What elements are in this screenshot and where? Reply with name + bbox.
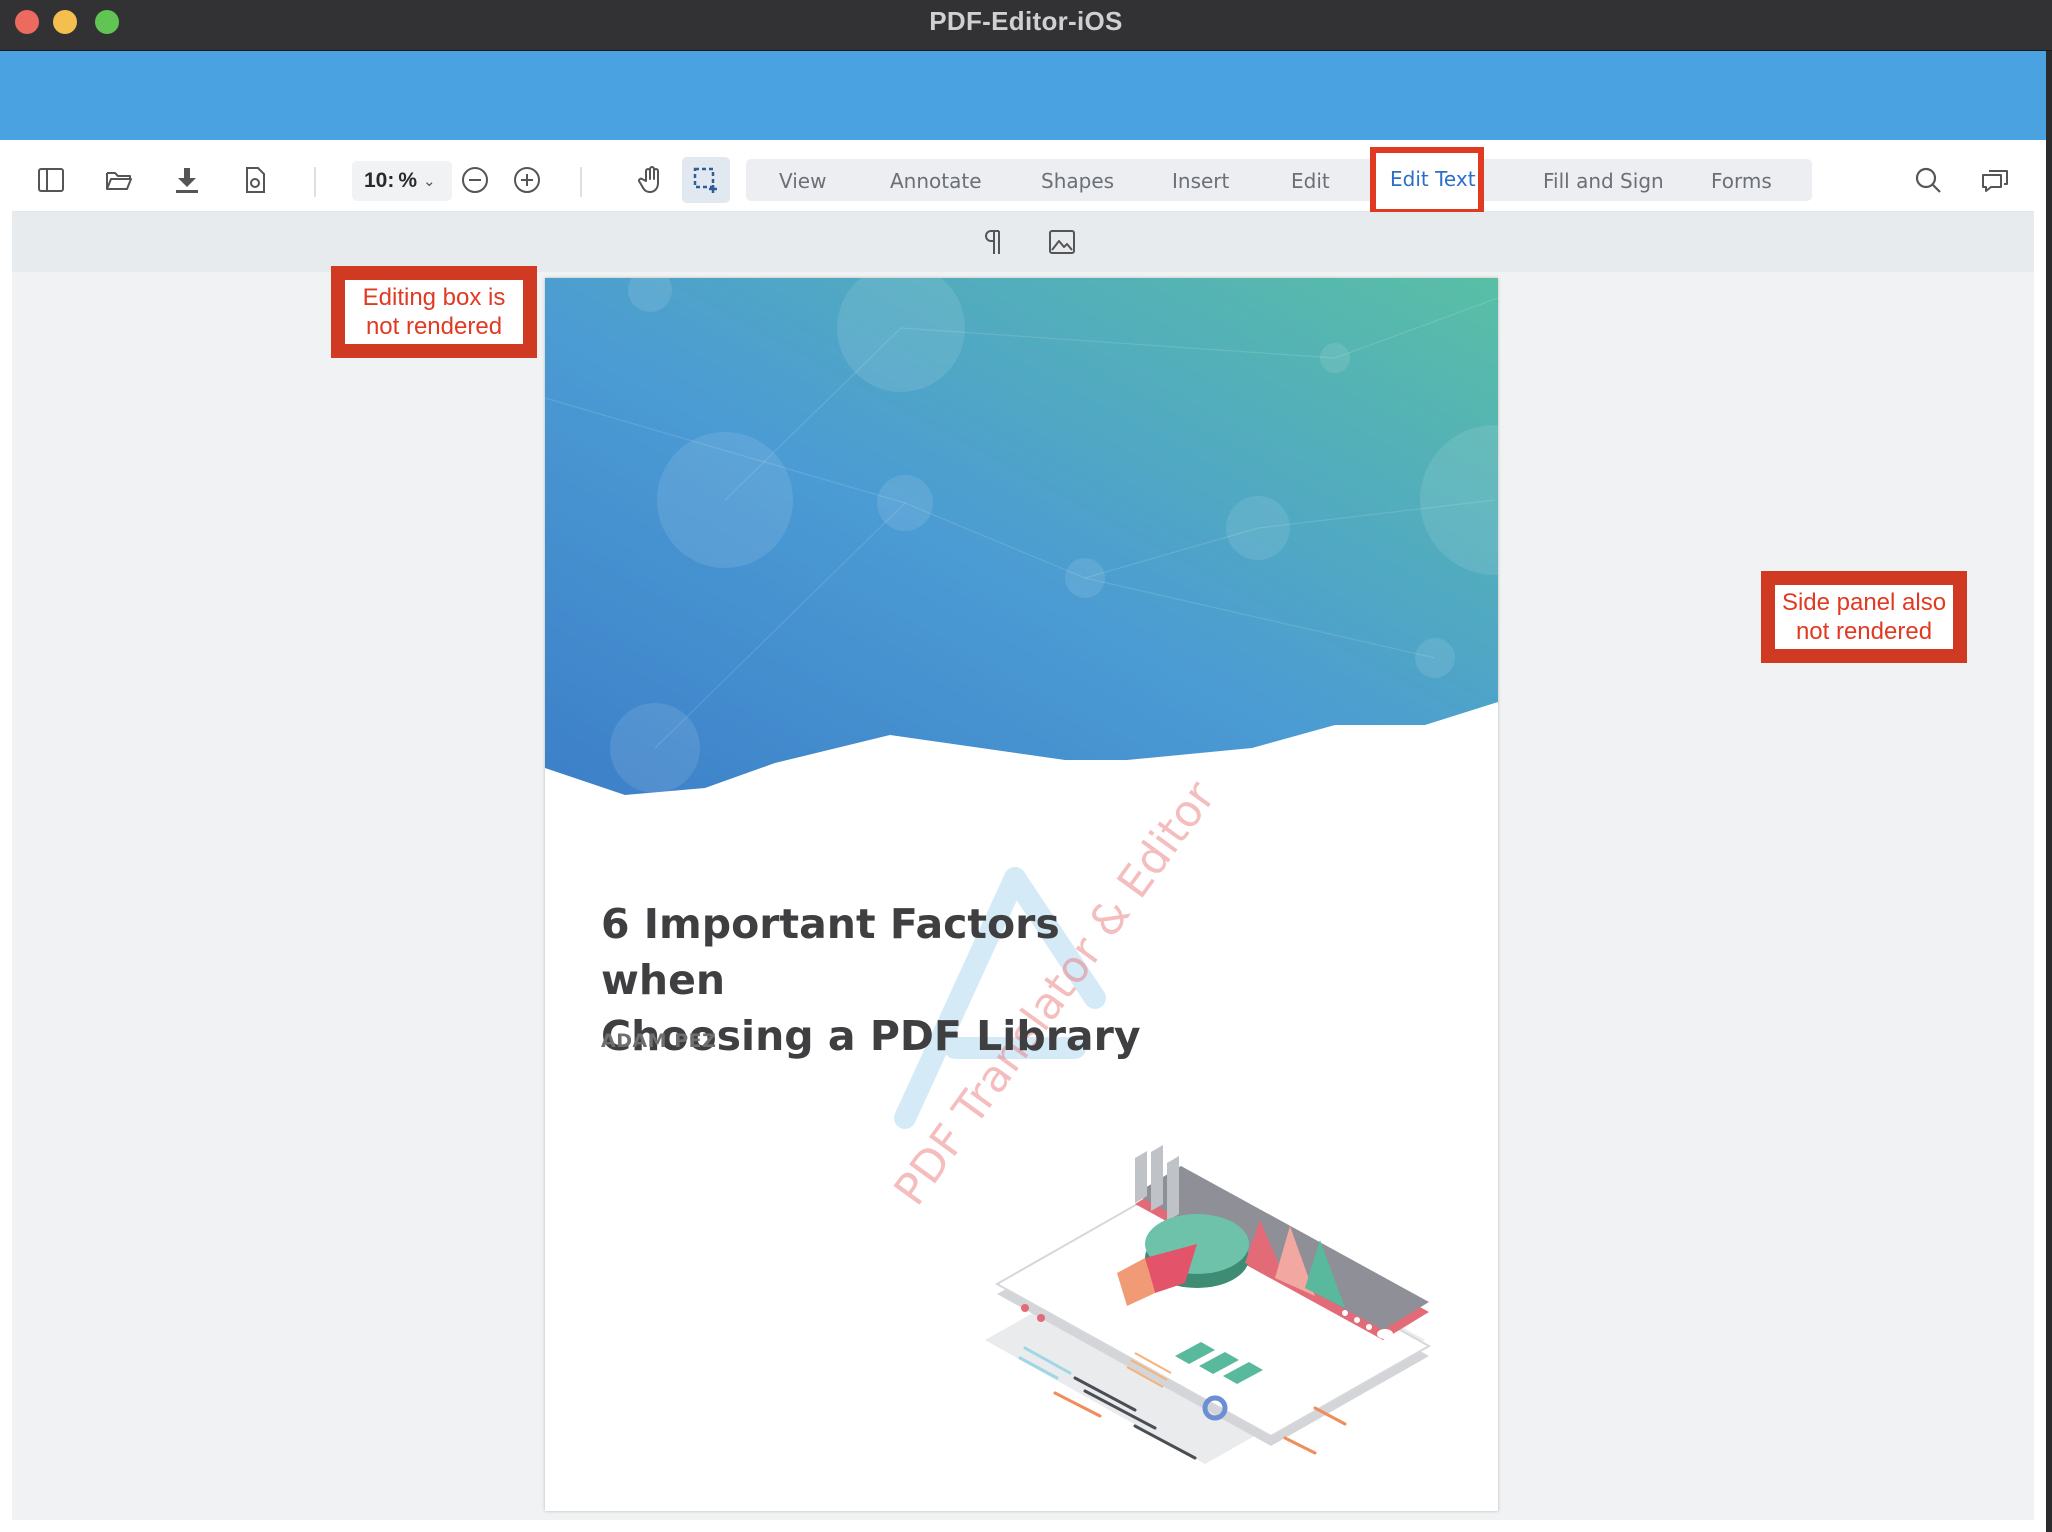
document-settings-icon[interactable] <box>232 157 278 203</box>
sidebar-toggle-icon[interactable] <box>28 157 74 203</box>
tab-edit[interactable]: Edit <box>1291 169 1330 193</box>
side-panel-callout-line-2: not rendered <box>1795 618 1933 645</box>
app-header-bar <box>0 51 2046 140</box>
title-bar: PDF-Editor-iOS <box>0 0 2052 51</box>
document-author: ADAM PEZ <box>601 1030 717 1052</box>
tab-forms[interactable]: Forms <box>1711 169 1772 193</box>
side-panel-callout: Side panel also not rendered <box>1761 571 1967 663</box>
image-icon[interactable] <box>1042 222 1082 262</box>
document-title-line-1: 6 Important Factors when <box>601 900 1060 1004</box>
tab-edit-text[interactable]: Edit Text <box>1370 147 1484 215</box>
toolbar-divider <box>580 167 582 197</box>
zoom-value: 10: <box>364 169 395 192</box>
marquee-select-icon <box>683 157 729 203</box>
tab-edit-text-label: Edit Text <box>1390 167 1476 191</box>
paragraph-icon[interactable] <box>974 222 1014 262</box>
editing-box-callout-line-2: not rendered <box>365 313 503 340</box>
chevron-down-icon: ⌄ <box>423 173 436 190</box>
zoom-unit: % <box>398 169 418 192</box>
main-toolbar: 10: % ⌄ View Annotate Shapes Insert Edit… <box>12 155 2034 212</box>
open-folder-icon[interactable] <box>96 157 142 203</box>
editing-box-callout: Editing box is not rendered <box>331 266 537 358</box>
window-title: PDF-Editor-iOS <box>929 6 1123 36</box>
pdf-page[interactable]: PDF Translator & Editor 6 Important Fact… <box>545 278 1498 1511</box>
tab-insert[interactable]: Insert <box>1172 169 1229 193</box>
tab-fill-and-sign[interactable]: Fill and Sign <box>1543 169 1664 193</box>
comments-icon[interactable] <box>1972 157 2018 203</box>
zoom-dropdown[interactable]: 10: % ⌄ <box>352 161 452 201</box>
search-icon[interactable] <box>1905 157 1951 203</box>
dashboard-illustration <box>985 1145 1432 1464</box>
editing-box-callout-line-1: Editing box is <box>362 284 506 311</box>
edit-text-subtoolbar <box>12 212 2034 272</box>
tab-annotate[interactable]: Annotate <box>890 169 982 193</box>
tab-view[interactable]: View <box>779 169 826 193</box>
marquee-select-button[interactable] <box>682 157 730 203</box>
side-panel-callout-line-1: Side panel also <box>1781 589 1947 616</box>
tab-shapes[interactable]: Shapes <box>1041 169 1114 193</box>
toolbar-divider <box>314 167 316 197</box>
pan-hand-icon[interactable] <box>628 157 674 203</box>
cover-header-graphic <box>545 278 1498 795</box>
download-icon[interactable] <box>164 157 210 203</box>
zoom-out-icon[interactable] <box>452 157 498 203</box>
zoom-in-icon[interactable] <box>504 157 550 203</box>
